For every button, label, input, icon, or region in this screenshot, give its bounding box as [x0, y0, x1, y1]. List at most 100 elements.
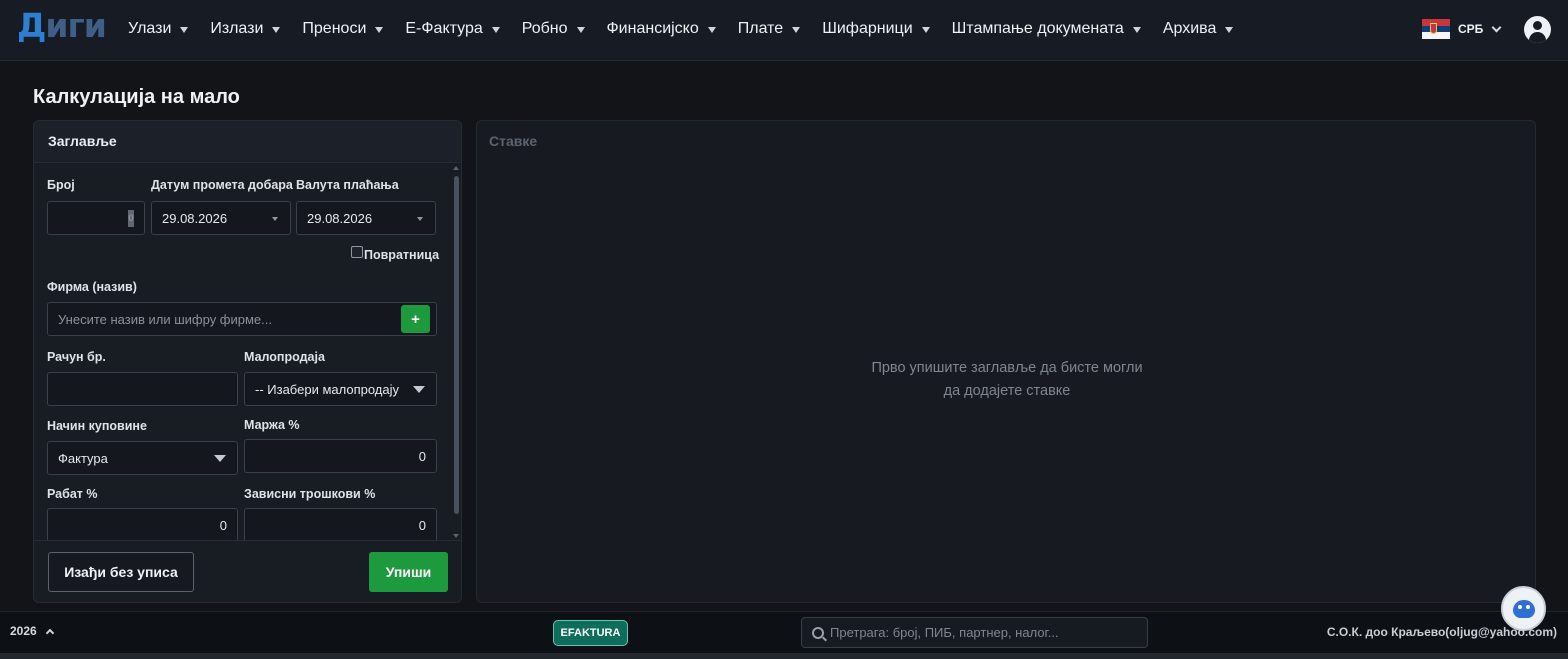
menu-finansijsko[interactable]: Финансијско	[607, 20, 716, 38]
menu-plate[interactable]: Плате	[738, 20, 801, 38]
dropdown-arrow-icon	[417, 217, 423, 221]
povratnica-label: Повратница	[364, 248, 440, 262]
save-button[interactable]: Упиши	[369, 552, 448, 592]
bottom-strip	[0, 653, 1568, 659]
marza-value: 0	[418, 448, 426, 464]
caret-down-icon	[1132, 27, 1141, 33]
menu-label: Робно	[521, 20, 568, 37]
menu-prenosi[interactable]: Преноси	[302, 20, 384, 38]
maloprodaja-label: Малопродаја	[244, 350, 325, 364]
menu-label: Штампање докумената	[951, 20, 1124, 37]
caret-down-icon	[576, 27, 585, 33]
search-input[interactable]	[830, 625, 1130, 640]
zavisni-troskovi-input[interactable]: 0	[244, 508, 437, 540]
marza-input[interactable]: 0	[244, 439, 437, 473]
assistant-bot-icon[interactable]	[1501, 586, 1546, 631]
scroll-down-icon[interactable]	[453, 534, 459, 538]
year-value: 2026	[10, 624, 37, 638]
datum-prometa-label: Датум промета добара	[151, 178, 293, 192]
efaktura-badge[interactable]: EFAKTURA	[553, 620, 628, 646]
logo-part-1: Д	[17, 6, 46, 45]
caret-down-icon	[707, 27, 716, 33]
app-logo[interactable]: Диги	[17, 6, 107, 45]
maloprodaja-select[interactable]: -- Изабери малопродају	[244, 372, 437, 406]
scroll-thumb[interactable]	[454, 176, 459, 514]
header-panel-title: Заглавље	[34, 121, 461, 163]
items-panel-title: Ставке	[489, 133, 538, 149]
nacin-kupovine-label: Начин куповине	[47, 419, 147, 433]
povratnica-checkbox[interactable]	[351, 246, 363, 258]
empty-message-line-2: да додајете ставке	[943, 383, 1071, 399]
valuta-placanja-input[interactable]: 29.08.2026	[296, 201, 436, 235]
exit-without-save-button[interactable]: Изађи без уписа	[48, 552, 194, 592]
nacin-kupovine-value: Фактура	[58, 450, 108, 466]
items-panel: Ставке Прво упишите заглавље да бисте мо…	[476, 120, 1536, 603]
rabat-label: Рабат %	[47, 487, 98, 501]
racun-br-label: Рачун бр.	[47, 350, 106, 364]
broj-label: Број	[47, 178, 75, 192]
menu-label: Архива	[1162, 20, 1217, 37]
racun-br-input[interactable]	[47, 372, 238, 406]
main-menu: Улази Излази Преноси Е-Фактура Робно Фин…	[128, 0, 1255, 58]
dropdown-arrow-icon	[272, 217, 278, 221]
menu-stampanje[interactable]: Штампање докумената	[952, 20, 1141, 38]
chevron-down-icon	[1491, 22, 1502, 32]
menu-izlazi[interactable]: Излази	[210, 20, 281, 38]
zavisni-troskovi-value: 0	[418, 517, 426, 533]
menu-label: Финансијско	[606, 20, 699, 37]
menu-label: Улази	[128, 20, 172, 37]
firma-placeholder: Унесите назив или шифру фирме...	[58, 311, 272, 327]
caret-down-icon	[792, 27, 801, 33]
menu-label: Е-Фактура	[405, 20, 483, 37]
caret-down-icon	[214, 455, 226, 462]
caret-down-icon	[180, 27, 189, 33]
datum-prometa-input[interactable]: 29.08.2026	[151, 201, 291, 235]
user-account-icon[interactable]	[1524, 16, 1551, 43]
year-selector[interactable]: 2026	[10, 624, 54, 638]
language-switcher[interactable]: СРБ	[1422, 19, 1502, 39]
logo-part-2: иги	[45, 6, 106, 45]
rabat-value: 0	[219, 517, 227, 533]
scroll-up-icon[interactable]	[453, 166, 459, 170]
form-scrollbar[interactable]	[453, 166, 460, 538]
global-search[interactable]	[801, 617, 1148, 648]
nacin-kupovine-select[interactable]: Фактура	[47, 441, 238, 475]
menu-label: Шифарници	[822, 20, 913, 37]
header-panel: Заглавље Број Датум промета добара Валут…	[33, 120, 462, 603]
menu-label: Преноси	[302, 20, 367, 37]
top-navbar: Диги Улази Излази Преноси Е-Фактура Робн…	[0, 0, 1568, 61]
chevron-up-icon	[45, 628, 54, 637]
firma-input[interactable]: Унесите назив или шифру фирме...	[47, 302, 437, 336]
rabat-input[interactable]: 0	[47, 508, 238, 540]
caret-down-icon	[921, 27, 930, 33]
menu-arhiva[interactable]: Архива	[1163, 20, 1234, 38]
menu-ulazi[interactable]: Улази	[128, 20, 189, 38]
caret-down-icon	[375, 27, 384, 33]
items-empty-message: Прво упишите заглавље да бисте могли да …	[857, 357, 1157, 403]
valuta-placanja-value: 29.08.2026	[307, 210, 373, 226]
serbia-flag-icon	[1422, 19, 1450, 39]
header-panel-footer: Изађи без уписа Упиши	[34, 540, 461, 602]
page-title: Калкулација на мало	[33, 86, 240, 108]
text-cursor: 0	[128, 210, 134, 227]
menu-label: Излази	[210, 20, 264, 37]
search-icon	[812, 626, 824, 639]
firma-label: Фирма (назив)	[47, 280, 137, 294]
status-bar: 2026 EFAKTURA С.О.К. доо Краљево(oljug@y…	[0, 611, 1568, 653]
add-firm-button[interactable]: +	[401, 305, 430, 333]
broj-input[interactable]: 0	[47, 201, 145, 235]
caret-down-icon	[1225, 27, 1234, 33]
caret-down-icon	[272, 27, 281, 33]
menu-robno[interactable]: Робно	[522, 20, 585, 38]
zavisni-troskovi-label: Зависни трошкови %	[244, 487, 376, 501]
maloprodaja-value: -- Изабери малопродају	[255, 381, 399, 397]
menu-efaktura[interactable]: Е-Фактура	[405, 20, 500, 38]
empty-message-line-1: Прво упишите заглавље да бисте могли	[871, 360, 1143, 376]
datum-prometa-value: 29.08.2026	[162, 210, 228, 226]
valuta-placanja-label: Валута плаћања	[296, 178, 399, 192]
menu-sifarnici[interactable]: Шифарници	[822, 20, 930, 38]
language-label: СРБ	[1458, 22, 1484, 36]
caret-down-icon	[491, 27, 500, 33]
header-form: Број Датум промета добара Валута плаћања…	[34, 164, 461, 540]
marza-label: Маржа %	[244, 418, 300, 432]
